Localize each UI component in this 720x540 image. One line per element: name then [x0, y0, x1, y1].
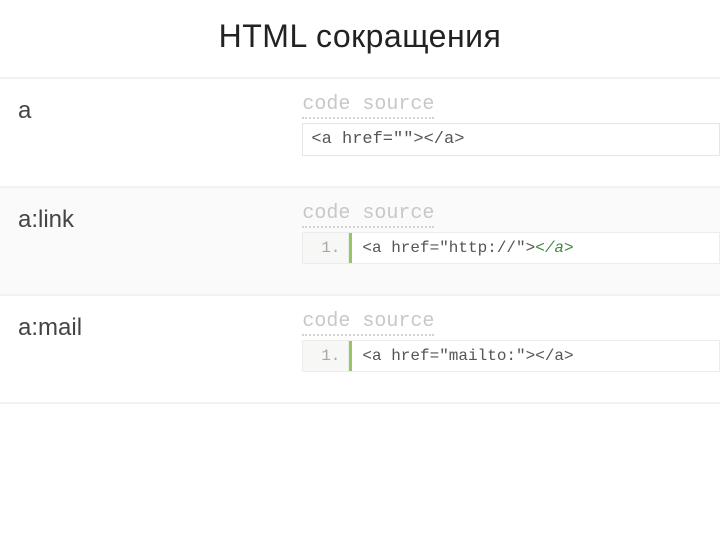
code-snippet: <a href="mailto:"></a> [349, 341, 719, 371]
abbr-cell: a [0, 78, 302, 187]
code-box: 1.<a href="mailto:"></a> [302, 340, 720, 372]
abbreviations-table: acode source<a href=""></a>a:linkcode so… [0, 77, 720, 404]
code-source-tab: code source [302, 202, 434, 228]
code-snippet: <a href=""></a> [311, 130, 464, 149]
code-box: <a href=""></a> [302, 123, 720, 156]
table-row: a:mailcode source 1.<a href="mailto:"></a… [0, 295, 720, 403]
code-snippet: <a href="http://"></a> [349, 233, 719, 263]
abbr-cell: a:mail [0, 295, 302, 403]
code-cell: code source 1.<a href="http://"></a> [302, 187, 720, 295]
abbr-cell: a:link [0, 187, 302, 295]
code-source-tab: code source [302, 310, 434, 336]
table-row: acode source <a href=""></a> [0, 78, 720, 187]
page-title: HTML сокращения [0, 0, 720, 77]
code-box: 1.<a href="http://"></a> [302, 232, 720, 264]
code-cell: code source <a href=""></a> [302, 78, 720, 187]
table-row: a:linkcode source 1.<a href="http://"></a… [0, 187, 720, 295]
line-number: 1. [303, 341, 349, 371]
line-number: 1. [303, 233, 349, 263]
code-cell: code source 1.<a href="mailto:"></a> [302, 295, 720, 403]
code-source-tab: code source [302, 93, 434, 119]
